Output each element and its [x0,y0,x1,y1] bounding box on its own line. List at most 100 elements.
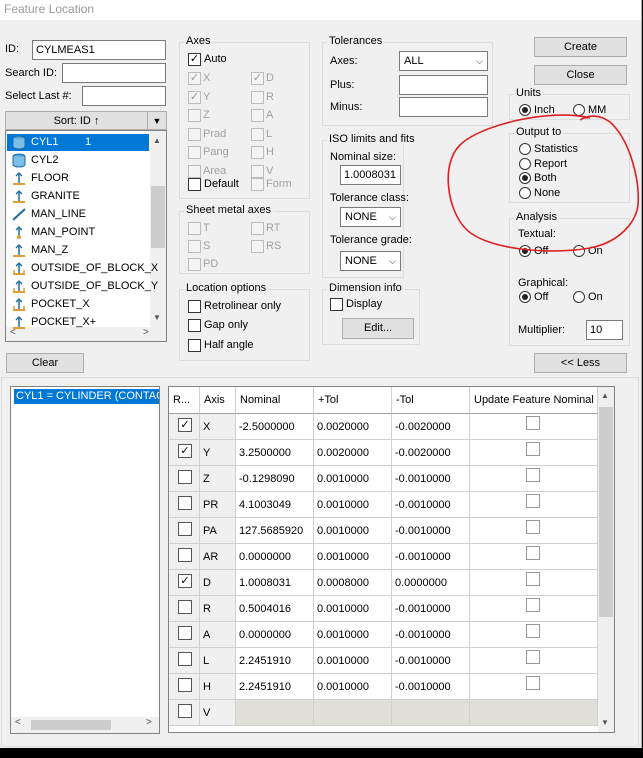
auto-checkbox[interactable]: ✓ [188,53,201,66]
row-checkbox[interactable]: ✓ [178,444,192,458]
update-nominal-cell[interactable] [470,440,598,466]
row-select-cell[interactable] [169,674,200,700]
row-checkbox[interactable] [178,652,192,666]
update-nominal-cell[interactable] [470,492,598,518]
row-checkbox[interactable] [178,548,192,562]
sheet-pd-checkbox[interactable] [188,258,201,271]
axis-r-checkbox[interactable] [251,90,264,104]
edit-button[interactable]: Edit... [342,318,414,339]
nominal-cell[interactable]: 0.5004016 [236,596,314,622]
feature-list-item[interactable]: FLOOR [7,170,149,187]
sheet-rt-checkbox[interactable] [251,222,264,235]
row-select-cell[interactable] [169,648,200,674]
nominal-cell[interactable]: 2.2451910 [236,648,314,674]
minus-cell[interactable]: 0.0000000 [392,570,470,596]
nominal-cell[interactable]: 2.2451910 [236,674,314,700]
plus-cell[interactable]: 0.0020000 [314,440,392,466]
update-nominal-cell[interactable] [470,622,598,648]
scroll-left-icon[interactable]: < [15,717,21,728]
id-input[interactable]: CYLMEAS1 [32,40,166,60]
search-id-input[interactable] [62,63,166,83]
retrolinear-checkbox[interactable] [188,300,201,313]
nominal-cell[interactable]: -2.5000000 [236,414,314,440]
display-checkbox[interactable] [330,298,343,311]
plus-cell[interactable]: 0.0010000 [314,622,392,648]
row-checkbox[interactable] [178,600,192,614]
feature-text-hscrollbar[interactable]: < > [11,717,159,733]
feature-list-vscrollbar[interactable]: ▲ ▼ [150,131,166,327]
axis-pang-checkbox[interactable] [188,146,201,160]
multiplier-input[interactable]: 10 [586,320,623,340]
sort-dropdown-button[interactable]: ▼ [147,111,167,130]
scroll-down-icon[interactable]: ▼ [153,313,161,322]
row-select-cell[interactable]: ✓ [169,570,200,596]
nominal-cell[interactable]: 127.5685920 [236,518,314,544]
axis-l-checkbox[interactable] [251,127,264,141]
scroll-thumb[interactable] [599,407,613,617]
minus-cell[interactable]: -0.0010000 [392,648,470,674]
plus-cell[interactable]: 0.0010000 [314,492,392,518]
nominal-cell[interactable]: 1.0008031 [236,570,314,596]
update-nominal-cell[interactable] [470,648,598,674]
update-nominal-checkbox[interactable] [526,494,540,508]
update-nominal-checkbox[interactable] [526,624,540,638]
update-nominal-cell[interactable] [470,414,598,440]
sort-button[interactable]: Sort: ID ↑ [5,111,148,130]
axis-area-checkbox[interactable] [188,165,201,178]
minus-cell[interactable] [392,700,470,726]
minus-cell[interactable]: -0.0010000 [392,596,470,622]
scroll-down-icon[interactable]: ▼ [601,718,609,727]
nominal-cell[interactable] [236,700,314,726]
graphical-on-radio[interactable] [573,291,585,303]
tolerance-class-select[interactable]: NONE ⌵ [340,207,401,227]
minus-cell[interactable]: -0.0020000 [392,440,470,466]
nominal-cell[interactable]: -0.1298090 [236,466,314,492]
update-nominal-checkbox[interactable] [526,546,540,560]
update-nominal-cell[interactable] [470,518,598,544]
row-select-cell[interactable] [169,700,200,726]
feature-text-line[interactable]: CYL1 = CYLINDER (CONTACT [14,389,159,404]
feature-text-box[interactable]: CYL1 = CYLINDER (CONTACT < > [10,386,160,734]
feature-list-item[interactable]: OUTSIDE_OF_BLOCK_Y [7,278,158,295]
tolerance-grade-select[interactable]: NONE ⌵ [340,251,401,271]
feature-list-item[interactable]: POCKET_X+ [7,314,149,331]
update-nominal-checkbox[interactable] [526,598,540,612]
column-header[interactable]: +Tol [314,387,392,414]
update-nominal-cell[interactable] [470,466,598,492]
update-nominal-cell[interactable] [470,674,598,700]
axis-d-checkbox[interactable]: ✓ [251,72,264,85]
minus-cell[interactable]: -0.0010000 [392,492,470,518]
nominal-cell[interactable]: 0.0000000 [236,622,314,648]
sheet-s-checkbox[interactable] [188,240,201,253]
axis-h-checkbox[interactable] [251,146,264,160]
axis-a-checkbox[interactable] [251,109,264,123]
column-header[interactable]: Nominal [236,387,314,414]
plus-cell[interactable]: 0.0020000 [314,414,392,440]
plus-cell[interactable]: 0.0008000 [314,570,392,596]
row-checkbox[interactable] [178,470,192,484]
plus-cell[interactable]: 0.0010000 [314,674,392,700]
update-nominal-cell[interactable] [470,570,598,596]
scroll-thumb[interactable] [31,720,111,730]
update-nominal-checkbox[interactable] [526,572,540,586]
create-button[interactable]: Create [534,37,627,57]
row-select-cell[interactable] [169,466,200,492]
axis-v-checkbox[interactable] [251,165,264,178]
axis-prad-checkbox[interactable] [188,127,201,141]
sheet-t-checkbox[interactable] [188,222,201,235]
plus-cell[interactable]: 0.0010000 [314,544,392,570]
plus-cell[interactable]: 0.0010000 [314,648,392,674]
graphical-off-radio[interactable] [519,291,531,303]
axis-x-checkbox[interactable]: ✓ [188,72,201,85]
row-select-cell[interactable]: ✓ [169,440,200,466]
row-checkbox[interactable]: ✓ [178,418,192,432]
minus-cell[interactable]: -0.0010000 [392,466,470,492]
row-select-cell[interactable] [169,518,200,544]
row-checkbox[interactable] [178,704,192,718]
update-nominal-cell[interactable] [470,700,598,726]
row-checkbox[interactable] [178,496,192,510]
row-checkbox[interactable] [178,678,192,692]
less-button[interactable]: << Less [534,353,627,373]
column-header[interactable]: Update Feature Nominal [470,387,598,414]
plus-cell[interactable]: 0.0010000 [314,518,392,544]
